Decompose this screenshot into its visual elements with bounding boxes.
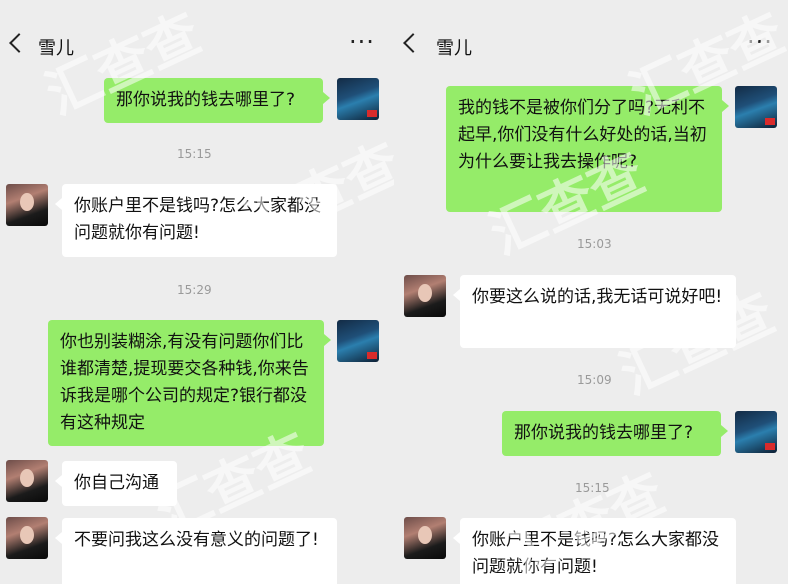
flag-icon bbox=[765, 118, 775, 125]
timestamp: 15:03 bbox=[577, 237, 612, 251]
timestamp: 15:15 bbox=[575, 481, 610, 495]
message-bubble-sent[interactable]: 那你说我的钱去哪里了? bbox=[502, 411, 728, 456]
self-avatar[interactable] bbox=[337, 78, 379, 120]
contact-avatar[interactable] bbox=[6, 517, 48, 559]
chevron-left-icon[interactable] bbox=[403, 33, 423, 53]
chat-panel-right: 雪儿 ··· 我的钱不是被你们分了吗?无利不起早,你们没有什么好处的话,当初为什… bbox=[394, 0, 788, 584]
self-avatar[interactable] bbox=[337, 320, 379, 362]
more-dots-icon[interactable]: ··· bbox=[747, 28, 773, 56]
self-avatar[interactable] bbox=[735, 411, 777, 453]
avatar-face bbox=[418, 526, 432, 544]
message-bubble-received[interactable]: 你账户里不是钱吗?怎么大家都没问题就你有问题! bbox=[55, 184, 337, 257]
timestamp: 15:29 bbox=[177, 283, 212, 297]
avatar-face bbox=[20, 469, 34, 487]
contact-name: 雪儿 bbox=[38, 38, 74, 59]
chat-panel-left: 雪儿 ··· 那你说我的钱去哪里了? 15:15 你账户里不是钱吗?怎么大家都没… bbox=[0, 0, 394, 584]
message-bubble-sent[interactable]: 我的钱不是被你们分了吗?无利不起早,你们没有什么好处的话,当初为什么要让我去操作… bbox=[446, 86, 729, 212]
avatar-face bbox=[20, 193, 34, 211]
contact-avatar[interactable] bbox=[6, 460, 48, 502]
contact-name: 雪儿 bbox=[436, 38, 472, 59]
contact-avatar[interactable] bbox=[6, 184, 48, 226]
chevron-left-icon[interactable] bbox=[9, 33, 29, 53]
avatar-face bbox=[20, 526, 34, 544]
flag-icon bbox=[367, 352, 377, 359]
timestamp: 15:15 bbox=[177, 147, 212, 161]
flag-icon bbox=[367, 110, 377, 117]
contact-avatar[interactable] bbox=[404, 275, 446, 317]
chat-header: 雪儿 ··· bbox=[0, 0, 394, 80]
flag-icon bbox=[765, 443, 775, 450]
message-bubble-sent[interactable]: 那你说我的钱去哪里了? bbox=[104, 78, 330, 123]
contact-avatar[interactable] bbox=[404, 517, 446, 559]
message-bubble-received[interactable]: 不要问我这么没有意义的问题了! bbox=[55, 518, 337, 584]
timestamp: 15:09 bbox=[577, 373, 612, 387]
message-bubble-sent[interactable]: 你也别装糊涂,有没有问题你们比谁都清楚,提现要交各种钱,你来告诉我是哪个公司的规… bbox=[48, 320, 331, 446]
message-bubble-received[interactable]: 你自己沟通 bbox=[55, 461, 177, 506]
self-avatar[interactable] bbox=[735, 86, 777, 128]
message-bubble-received[interactable]: 你要这么说的话,我无话可说好吧! bbox=[453, 275, 736, 348]
avatar-face bbox=[418, 284, 432, 302]
more-dots-icon[interactable]: ··· bbox=[349, 28, 375, 56]
message-bubble-received[interactable]: 你账户里不是钱吗?怎么大家都没问题就你有问题! bbox=[453, 518, 736, 584]
chat-header: 雪儿 ··· bbox=[394, 0, 788, 80]
